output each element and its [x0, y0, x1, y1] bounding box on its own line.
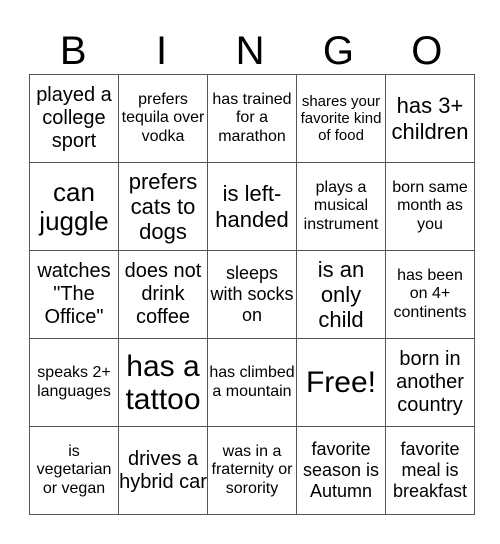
bingo-cell[interactable]: does not drink coffee — [118, 250, 208, 339]
bingo-cell[interactable]: shares your favorite kind of food — [296, 74, 386, 163]
bingo-cell[interactable]: born same month as you — [385, 162, 475, 251]
bingo-cell[interactable]: drives a hybrid car — [118, 426, 208, 515]
grid-row: speaks 2+ languages has a tattoo has cli… — [29, 338, 475, 427]
bingo-cell[interactable]: plays a musical instrument — [296, 162, 386, 251]
header-letter-b: B — [59, 29, 87, 73]
bingo-cell[interactable]: sleeps with socks on — [207, 250, 297, 339]
bingo-cell[interactable]: has 3+ children — [385, 74, 475, 163]
bingo-cell[interactable]: can juggle — [29, 162, 119, 251]
bingo-cell[interactable]: has a tattoo — [118, 338, 208, 427]
grid-row: is vegetarian or vegan drives a hybrid c… — [29, 426, 475, 515]
bingo-cell[interactable]: was in a fraternity or sorority — [207, 426, 297, 515]
bingo-cell[interactable]: has climbed a mountain — [207, 338, 297, 427]
bingo-cell[interactable]: favorite season is Autumn — [296, 426, 386, 515]
bingo-cell[interactable]: prefers cats to dogs — [118, 162, 208, 251]
bingo-cell[interactable]: favorite meal is breakfast — [385, 426, 475, 515]
bingo-cell[interactable]: is an only child — [296, 250, 386, 339]
bingo-cell[interactable]: born in another country — [385, 338, 475, 427]
grid-row: can juggle prefers cats to dogs is left-… — [29, 162, 475, 251]
bingo-cell[interactable]: is vegetarian or vegan — [29, 426, 119, 515]
bingo-cell[interactable]: speaks 2+ languages — [29, 338, 119, 427]
header-letter-n: N — [235, 29, 265, 73]
free-space-cell[interactable]: Free! — [296, 338, 386, 427]
bingo-cell[interactable]: watches "The Office" — [29, 250, 119, 339]
bingo-cell[interactable]: has trained for a marathon — [207, 74, 297, 163]
header-letter-i: I — [156, 29, 168, 73]
bingo-cell[interactable]: is left-handed — [207, 162, 297, 251]
bingo-cell[interactable]: has been on 4+ continents — [385, 250, 475, 339]
header-letter-o: O — [411, 29, 443, 73]
bingo-grid: played a college sport prefers tequila o… — [29, 74, 475, 515]
grid-row: watches "The Office" does not drink coff… — [29, 250, 475, 339]
grid-row: played a college sport prefers tequila o… — [29, 74, 475, 163]
bingo-cell[interactable]: prefers tequila over vodka — [118, 74, 208, 163]
bingo-cell[interactable]: played a college sport — [29, 74, 119, 163]
header-letter-g: G — [322, 29, 354, 73]
bingo-header: B I N G O — [29, 28, 471, 74]
